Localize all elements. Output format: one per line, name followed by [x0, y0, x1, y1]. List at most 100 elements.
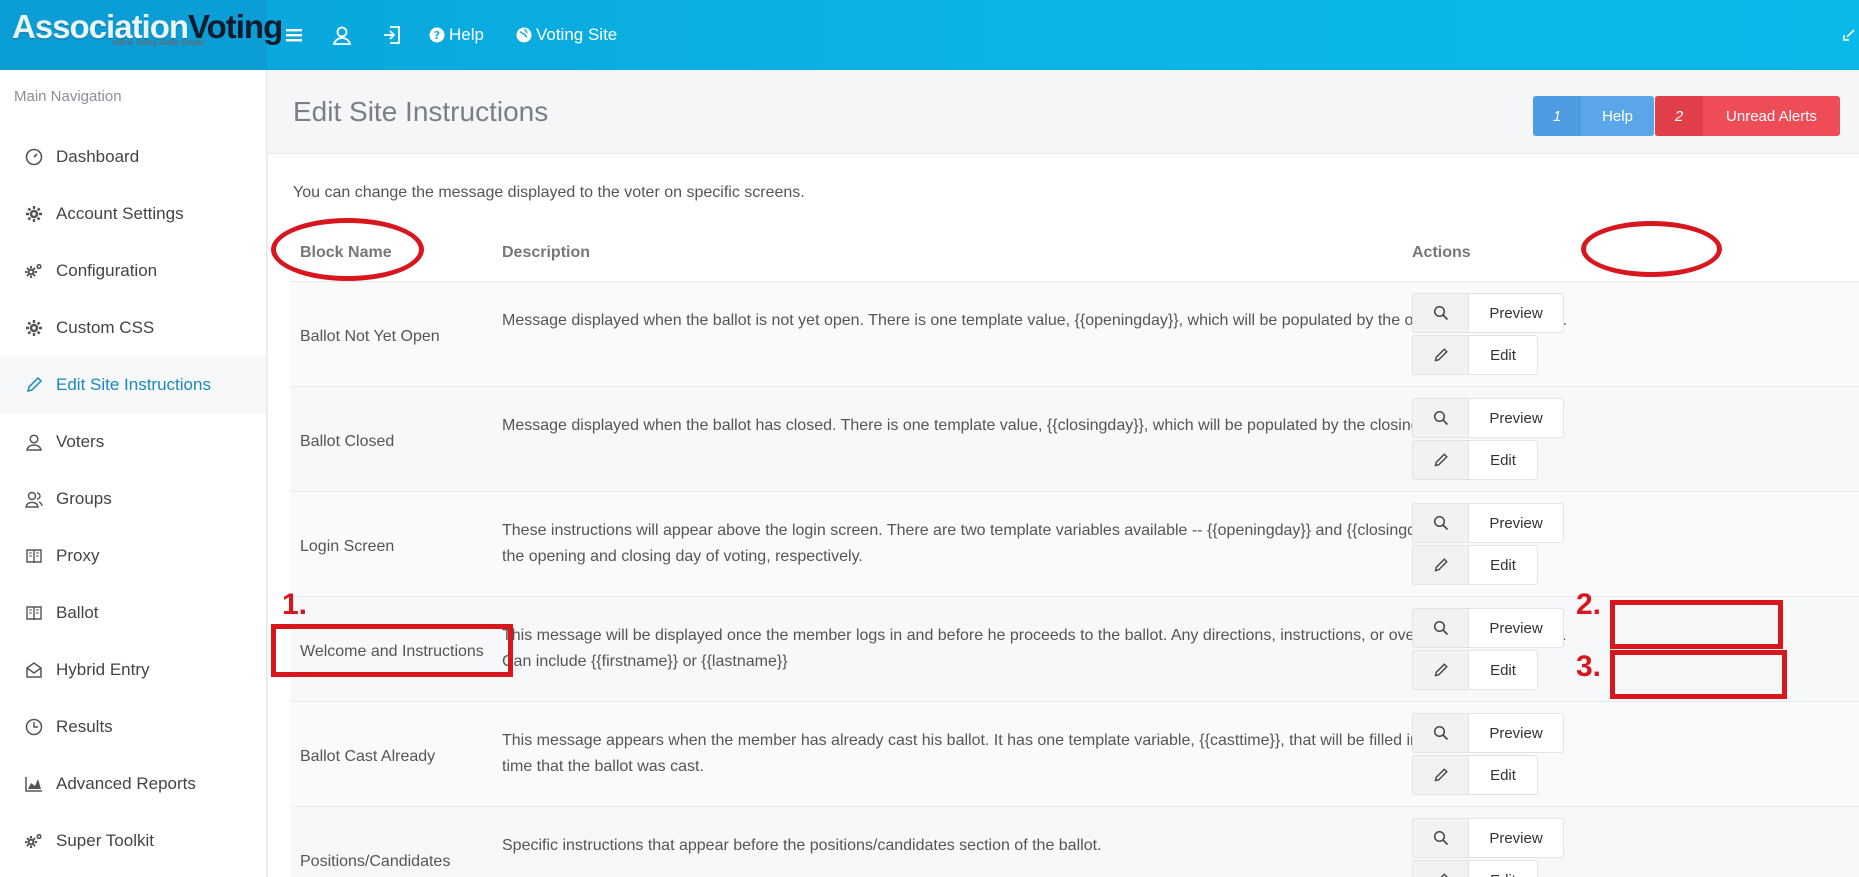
instructions-table: Block Name Description Actions Ballot No…: [290, 224, 1859, 877]
sidebar-item-advanced-reports[interactable]: Advanced Reports: [0, 755, 266, 812]
pencil-icon: [1412, 860, 1468, 877]
unread-alerts-button[interactable]: 2 Unread Alerts: [1655, 96, 1840, 136]
sidebar-item-configuration[interactable]: Configuration: [0, 242, 266, 299]
edit-button[interactable]: Edit: [1412, 860, 1572, 877]
preview-button-label: Preview: [1468, 713, 1564, 753]
sidebar-item-label: Groups: [56, 488, 112, 508]
voting-site-label: Voting Site: [535, 25, 618, 44]
table-row: Login Screen These instructions will appe…: [290, 492, 1859, 597]
sidebar: Main Navigation Dashboard Account Setting…: [0, 70, 267, 877]
brand-tagline: online voting made simple: [112, 38, 205, 47]
svg-text:?: ?: [434, 29, 440, 42]
brand-logo[interactable]: AssociationVoting online voting made sim…: [0, 0, 283, 70]
annotation-number-2: 2.: [1576, 588, 1602, 621]
table-body: Ballot Not Yet Open Message displayed whe…: [290, 282, 1859, 877]
users-icon: [24, 489, 44, 509]
pencil-icon: [24, 375, 44, 395]
block-name-cell: Ballot Cast Already: [300, 748, 436, 765]
annotation-number-3: 3.: [1576, 650, 1602, 683]
preview-button[interactable]: Preview: [1412, 503, 1572, 543]
gear-icon: [24, 318, 44, 338]
sidebar-item-label: Results: [56, 716, 113, 736]
globe-icon: [516, 27, 532, 43]
edit-button-label: Edit: [1468, 335, 1538, 375]
alerts-count: 2: [1655, 96, 1703, 136]
sidebar-header: Main Navigation: [14, 88, 122, 105]
edit-button-label: Edit: [1468, 545, 1538, 585]
sidebar-item-custom-css[interactable]: Custom CSS: [0, 299, 266, 356]
sidebar-item-label: Proxy: [56, 545, 100, 565]
user-icon: [24, 432, 44, 452]
help-link-label: Help: [449, 25, 484, 44]
preview-button-label: Preview: [1468, 818, 1564, 858]
sidebar-item-label: Configuration: [56, 260, 158, 280]
preview-button-label: Preview: [1468, 293, 1564, 333]
annotation-rect-preview: [1610, 600, 1783, 649]
row-actions: PreviewEdit: [1412, 398, 1572, 482]
title-bar: Edit Site Instructions 1 Help 2 Unread A…: [268, 70, 1859, 154]
sidebar-item-label: Edit Site Instructions: [56, 374, 211, 394]
pencil-icon: [1412, 650, 1468, 690]
alerts-button-label: Unread Alerts: [1726, 107, 1817, 125]
table-row: Ballot Not Yet Open Message displayed whe…: [290, 282, 1859, 387]
top-nav: ? Help Voting Site: [267, 0, 633, 70]
gear-icon: [24, 204, 44, 224]
edit-button[interactable]: Edit: [1412, 650, 1572, 690]
preview-button[interactable]: Preview: [1412, 713, 1572, 753]
pencil-icon: [1412, 545, 1468, 585]
edit-button[interactable]: Edit: [1412, 545, 1572, 585]
envelope-icon: [24, 660, 44, 680]
edit-button[interactable]: Edit: [1412, 440, 1572, 480]
page-title: Edit Site Instructions: [293, 96, 549, 127]
gears-icon: [24, 831, 44, 851]
sidebar-item-label: Voters: [56, 431, 105, 451]
annotation-rect-welcome: [271, 624, 513, 677]
sidebar-item-label: Dashboard: [56, 146, 140, 166]
logout-icon[interactable]: [381, 24, 403, 46]
help-count: 1: [1533, 96, 1581, 136]
voting-site-link[interactable]: Voting Site: [516, 25, 617, 45]
sidebar-item-ballot[interactable]: Ballot: [0, 584, 266, 641]
edit-button[interactable]: Edit: [1412, 755, 1572, 795]
sidebar-item-results[interactable]: Results: [0, 698, 266, 755]
book-icon: [24, 603, 44, 623]
table-row: Ballot Closed Message displayed when the …: [290, 387, 1859, 492]
edit-button-label: Edit: [1468, 755, 1538, 795]
edit-button[interactable]: Edit: [1412, 335, 1572, 375]
preview-button-label: Preview: [1468, 608, 1564, 648]
sidebar-item-account-settings[interactable]: Account Settings: [0, 185, 266, 242]
preview-button[interactable]: Preview: [1412, 608, 1572, 648]
gears-icon: [24, 261, 44, 281]
block-name-cell: Login Screen: [300, 538, 395, 555]
dashboard-icon: [24, 147, 44, 167]
expand-icon[interactable]: [1843, 28, 1855, 46]
main-content: Edit Site Instructions 1 Help 2 Unread A…: [268, 70, 1859, 877]
sidebar-item-proxy[interactable]: Proxy: [0, 527, 266, 584]
help-button[interactable]: 1 Help: [1533, 96, 1654, 136]
col-actions: Actions: [1412, 244, 1471, 261]
menu-toggle-icon[interactable]: [285, 27, 303, 43]
sidebar-item-label: Hybrid Entry: [56, 659, 150, 679]
sidebar-item-dashboard[interactable]: Dashboard: [0, 128, 266, 185]
table-row: Ballot Cast Already This message appears …: [290, 702, 1859, 807]
pencil-icon: [1412, 755, 1468, 795]
row-actions: PreviewEdit: [1412, 503, 1572, 587]
book-icon: [24, 546, 44, 566]
row-actions: Preview Edit: [1412, 818, 1572, 877]
edit-button-label: Edit: [1468, 650, 1538, 690]
row-actions: PreviewEdit: [1412, 713, 1572, 797]
sidebar-item-edit-site-instructions[interactable]: Edit Site Instructions: [0, 356, 266, 413]
sidebar-item-hybrid-entry[interactable]: Hybrid Entry: [0, 641, 266, 698]
preview-button[interactable]: Preview: [1412, 818, 1572, 858]
block-name-cell: Ballot Not Yet Open: [300, 328, 440, 345]
user-icon[interactable]: [331, 24, 353, 46]
sidebar-item-super-toolkit[interactable]: Super Toolkit: [0, 812, 266, 869]
sidebar-item-label: Custom CSS: [56, 317, 155, 337]
help-link[interactable]: ? Help: [429, 25, 484, 45]
sidebar-item-groups[interactable]: Groups: [0, 470, 266, 527]
pencil-icon: [1412, 440, 1468, 480]
preview-button[interactable]: Preview: [1412, 398, 1572, 438]
sidebar-item-voters[interactable]: Voters: [0, 413, 266, 470]
preview-button[interactable]: Preview: [1412, 293, 1572, 333]
search-icon: [1412, 398, 1468, 438]
